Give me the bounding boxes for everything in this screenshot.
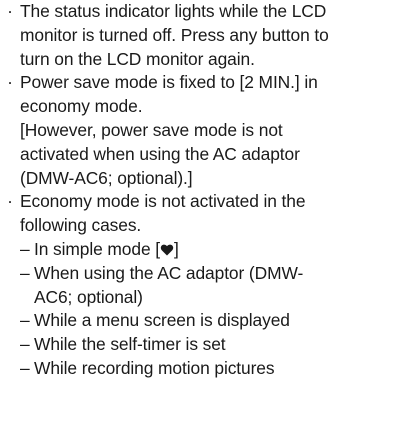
case-item-menu-screen: – While a menu screen is displayed <box>20 309 406 333</box>
text-line: In simple mode [] <box>34 238 406 262</box>
case-item-self-timer: – While the self-timer is set <box>20 333 406 357</box>
text-line: (DMW-AC6; optional).] <box>20 167 193 188</box>
dash-marker: – <box>20 262 30 283</box>
dash-marker: – <box>20 310 30 331</box>
text-line: economy mode. <box>20 96 143 117</box>
case-item-simple-mode: – In simple mode [] <box>20 238 406 262</box>
case-text: In simple mode [ <box>34 238 160 259</box>
text-line: When using the AC adaptor (DMW- <box>34 262 304 283</box>
dash-marker: – <box>20 334 30 355</box>
bullet-marker: · <box>7 191 13 212</box>
dash-marker: – <box>20 357 30 378</box>
text-line: [However, power save mode is not <box>20 119 283 140</box>
dash-marker: – <box>20 238 30 259</box>
bullet-item-status-indicator: · The status indicator lights while the … <box>0 0 406 71</box>
case-text: ] <box>174 238 179 259</box>
text-line: AC6; optional) <box>34 286 143 307</box>
text-line: While a menu screen is displayed <box>34 310 290 331</box>
case-item-motion-pictures: – While recording motion pictures <box>20 357 406 381</box>
text-line: Economy mode is not activated in the <box>20 191 306 212</box>
bullet-marker: · <box>7 72 13 93</box>
text-line: following cases. <box>20 215 142 236</box>
bullet-item-power-save: · Power save mode is fixed to [2 MIN.] i… <box>0 71 406 190</box>
text-line: While recording motion pictures <box>34 357 275 378</box>
heart-icon <box>160 244 174 256</box>
text-line: Power save mode is fixed to [2 MIN.] in <box>20 72 318 93</box>
text-line: activated when using the AC adaptor <box>20 143 300 164</box>
case-item-ac-adaptor: – When using the AC adaptor (DMW- AC6; o… <box>20 262 406 310</box>
text-line: monitor is turned off. Press any button … <box>20 24 329 45</box>
bullet-item-economy-mode: · Economy mode is not activated in the f… <box>0 190 406 380</box>
text-line: While the self-timer is set <box>34 334 226 355</box>
text-line: The status indicator lights while the LC… <box>20 1 327 21</box>
text-line: turn on the LCD monitor again. <box>20 48 255 69</box>
bullet-marker: · <box>7 1 13 21</box>
document-body: · The status indicator lights while the … <box>0 0 406 428</box>
case-list: – In simple mode [] – When using the AC … <box>20 238 406 381</box>
